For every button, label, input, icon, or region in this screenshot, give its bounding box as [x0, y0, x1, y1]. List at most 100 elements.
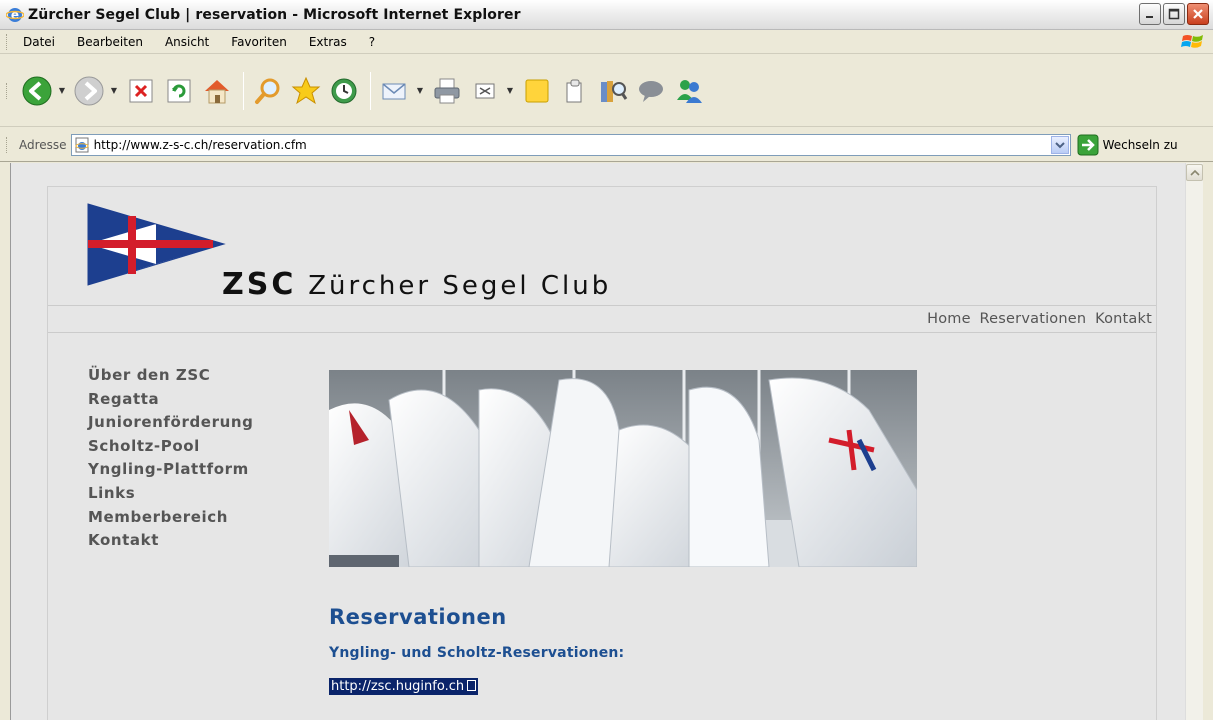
minimize-icon — [1146, 16, 1153, 18]
address-bar: Adresse http://www.z-s-c.ch/reservation.… — [0, 128, 1213, 162]
close-icon — [1193, 9, 1203, 19]
print-button[interactable] — [429, 73, 465, 109]
address-url: http://www.z-s-c.ch/reservation.cfm — [93, 137, 307, 152]
page-viewport[interactable]: ZSC Zürcher Segel Club Home Reservatione… — [10, 163, 1203, 720]
mail-button[interactable] — [377, 73, 413, 109]
note-button[interactable] — [519, 73, 555, 109]
maximize-icon — [1168, 8, 1180, 20]
go-arrow-icon — [1077, 134, 1099, 155]
forward-dropdown[interactable]: ▼ — [109, 73, 119, 109]
edit-button[interactable] — [467, 73, 503, 109]
address-dropdown[interactable] — [1050, 135, 1069, 154]
menu-extras[interactable]: Extras — [305, 33, 351, 51]
history-button[interactable] — [326, 73, 362, 109]
windows-logo-icon — [1181, 35, 1203, 48]
menu-ansicht[interactable]: Ansicht — [161, 33, 213, 51]
search-icon — [255, 78, 280, 104]
sailboats-photo — [329, 370, 917, 567]
star-icon — [291, 76, 321, 104]
back-button[interactable] — [19, 73, 55, 109]
close-button[interactable] — [1187, 3, 1209, 25]
menu-favoriten[interactable]: Favoriten — [227, 33, 291, 51]
toolbar-separator — [370, 71, 371, 110]
sidebar-item-ueber-den-zsc[interactable]: Über den ZSC — [88, 364, 253, 388]
svg-text:e: e — [11, 8, 19, 22]
page-heading: Reservationen — [329, 605, 507, 629]
sidebar-item-memberbereich[interactable]: Memberbereich — [88, 506, 253, 530]
reservations-subheading: Yngling- und Scholtz-Reservationen: — [329, 645, 625, 661]
sidebar-item-yngling-plattform[interactable]: Yngling-Plattform — [88, 458, 253, 482]
sidebar-item-juniorenfoerderung[interactable]: Juniorenförderung — [88, 411, 253, 435]
minimize-button[interactable] — [1139, 3, 1161, 25]
reservation-link-text: http://zsc.huginfo.ch — [331, 679, 465, 694]
reservation-link[interactable]: http://zsc.huginfo.ch — [329, 678, 479, 695]
home-icon — [205, 79, 229, 103]
nav-home[interactable]: Home — [927, 311, 971, 327]
refresh-button[interactable] — [161, 73, 197, 109]
ie-icon: e — [6, 7, 24, 22]
sidebar-nav: Über den ZSC Regatta Juniorenförderung S… — [88, 364, 253, 553]
messenger-chat-button[interactable] — [633, 73, 669, 109]
messenger-people-icon — [677, 79, 702, 103]
back-arrow-icon — [22, 76, 52, 105]
toolbar-grip[interactable] — [6, 136, 9, 153]
site-container: ZSC Zürcher Segel Club Home Reservatione… — [47, 186, 1157, 720]
toolbar-grip[interactable] — [6, 33, 9, 50]
research-button[interactable] — [595, 73, 631, 109]
toolbar-separator — [243, 71, 244, 110]
zsc-pennant-logo — [87, 203, 226, 286]
messenger-button[interactable] — [671, 73, 707, 109]
nav-reservationen[interactable]: Reservationen — [980, 311, 1087, 327]
window-titlebar[interactable]: e Zürcher Segel Club | reservation - Mic… — [0, 0, 1213, 30]
back-dropdown[interactable]: ▼ — [57, 73, 67, 109]
mail-dropdown[interactable]: ▼ — [415, 73, 425, 109]
chevron-up-icon — [1189, 169, 1200, 176]
go-button[interactable]: Wechseln zu — [1077, 134, 1178, 156]
edit-icon — [475, 83, 495, 98]
home-button[interactable] — [199, 73, 235, 109]
site-brand: ZSC Zürcher Segel Club — [222, 267, 611, 302]
sidebar-item-scholtz-pool[interactable]: Scholtz-Pool — [88, 435, 253, 459]
edit-dropdown[interactable]: ▼ — [505, 73, 515, 109]
sidebar-item-regatta[interactable]: Regatta — [88, 388, 253, 412]
maximize-button[interactable] — [1163, 3, 1185, 25]
address-label: Adresse — [19, 137, 67, 152]
clipboard-button[interactable] — [557, 73, 593, 109]
forward-arrow-icon — [74, 76, 104, 105]
stop-button[interactable] — [123, 73, 159, 109]
external-link-icon — [467, 680, 477, 691]
forward-button[interactable] — [71, 73, 107, 109]
page-icon — [75, 137, 89, 152]
header-divider — [48, 305, 1156, 306]
stop-icon — [129, 79, 153, 102]
top-nav: Home Reservationen Kontakt — [923, 311, 1152, 327]
toolbar-grip[interactable] — [6, 82, 9, 99]
printer-icon — [434, 78, 460, 103]
sidebar-item-links[interactable]: Links — [88, 482, 253, 506]
research-icon — [601, 80, 628, 102]
chevron-down-icon — [1054, 141, 1065, 148]
window-title: Zürcher Segel Club | reservation - Micro… — [28, 6, 521, 23]
sticky-note-icon — [525, 79, 549, 102]
brand-short: ZSC — [222, 267, 297, 302]
go-label: Wechseln zu — [1102, 137, 1178, 152]
search-button[interactable] — [250, 73, 286, 109]
mail-icon — [382, 82, 406, 99]
vertical-scrollbar[interactable] — [1185, 163, 1203, 720]
menu-bearbeiten[interactable]: Bearbeiten — [73, 33, 147, 51]
sidebar-item-kontakt[interactable]: Kontakt — [88, 529, 253, 553]
scroll-up-button[interactable] — [1186, 164, 1203, 181]
clipboard-icon — [566, 79, 582, 102]
nav-divider — [48, 332, 1156, 333]
brand-name: Zürcher Segel Club — [308, 271, 612, 301]
menu-help[interactable]: ? — [365, 33, 379, 51]
menu-bar: Datei Bearbeiten Ansicht Favoriten Extra… — [0, 30, 1213, 54]
nav-kontakt[interactable]: Kontakt — [1095, 311, 1152, 327]
standard-toolbar: ▼ ▼ ▼ ▼ — [0, 55, 1213, 127]
menu-datei[interactable]: Datei — [19, 33, 59, 51]
chat-bubble-icon — [639, 80, 663, 102]
favorites-button[interactable] — [288, 73, 324, 109]
address-input[interactable]: http://www.z-s-c.ch/reservation.cfm — [70, 133, 1071, 156]
refresh-icon — [167, 79, 191, 102]
history-icon — [331, 78, 357, 103]
